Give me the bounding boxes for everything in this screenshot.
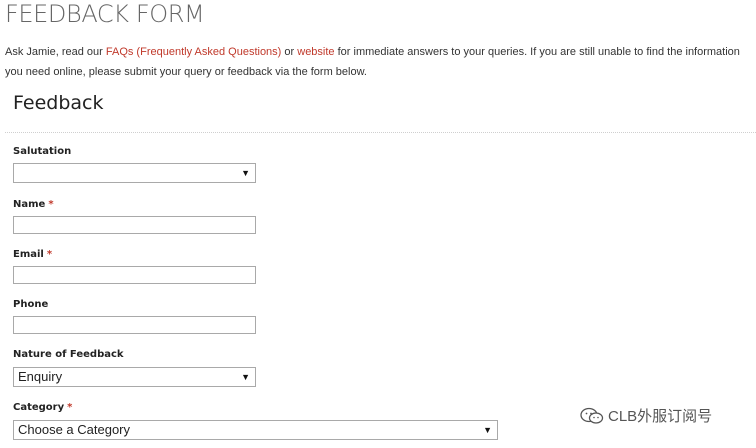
required-marker: * <box>46 249 53 260</box>
page-title: FEEDBACK FORM <box>5 0 205 28</box>
form-heading: Feedback <box>13 92 104 114</box>
phone-field[interactable] <box>13 316 256 334</box>
intro-part1: Ask Jamie, read our <box>5 46 106 58</box>
website-link[interactable]: website <box>297 46 334 58</box>
category-value: Choose a Category <box>18 422 131 437</box>
required-marker: * <box>48 199 54 210</box>
email-label: Email * <box>13 249 53 260</box>
faq-link[interactable]: FAQs (Frequently Asked Questions) <box>106 46 281 58</box>
category-select[interactable]: Choose a Category ▼ <box>13 420 498 440</box>
salutation-label: Salutation <box>13 146 72 157</box>
required-marker: * <box>67 402 73 413</box>
nature-label: Nature of Feedback <box>13 349 124 360</box>
wechat-icon <box>580 407 604 424</box>
chevron-down-icon: ▼ <box>241 168 250 178</box>
phone-label: Phone <box>13 299 49 310</box>
email-field[interactable] <box>13 266 256 284</box>
category-label: Category * <box>13 402 73 413</box>
intro-text: Ask Jamie, read our FAQs (Frequently Ask… <box>5 42 755 82</box>
nature-select[interactable]: Enquiry ▼ <box>13 367 256 387</box>
intro-part2: or <box>281 46 298 58</box>
name-label: Name * <box>13 199 54 210</box>
watermark: CLB外服订阅号 <box>580 405 712 426</box>
chevron-down-icon: ▼ <box>483 425 492 435</box>
divider <box>5 132 756 133</box>
watermark-text: CLB外服订阅号 <box>608 408 713 425</box>
name-field[interactable] <box>13 216 256 234</box>
nature-value: Enquiry <box>18 369 63 384</box>
chevron-down-icon: ▼ <box>241 372 250 382</box>
salutation-select[interactable]: ▼ <box>13 163 256 183</box>
